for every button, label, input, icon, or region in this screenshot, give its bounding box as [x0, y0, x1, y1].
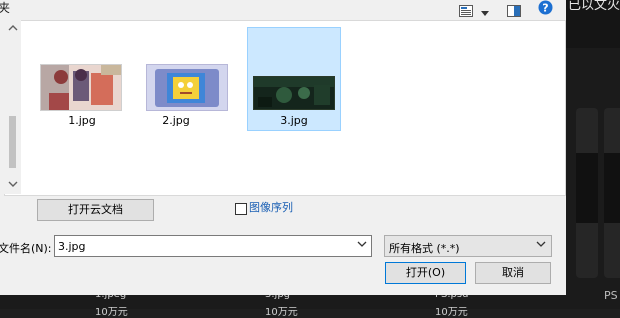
open-button[interactable]: 打开(O) — [385, 262, 466, 284]
file-thumbnail-3 — [253, 76, 335, 110]
file-thumbnail-1 — [40, 64, 122, 111]
vertical-scrollbar[interactable] — [4, 20, 21, 194]
file-name-1: 1.jpg — [68, 114, 96, 127]
background-card — [576, 108, 598, 278]
chevron-down-icon[interactable] — [357, 239, 367, 252]
filename-input[interactable]: 3.jpg — [54, 235, 372, 257]
scroll-down-icon[interactable] — [8, 180, 18, 190]
image-sequence-checkbox[interactable] — [235, 203, 247, 215]
file-type-value[interactable]: 所有格式 (*.*) — [389, 240, 460, 256]
filename-value[interactable]: 3.jpg — [58, 240, 86, 253]
background-file-sublabel: 10万元 — [435, 307, 468, 318]
file-item-2[interactable]: 2.jpg — [130, 28, 228, 130]
file-item-1[interactable]: 1.jpg — [36, 28, 128, 130]
open-cloud-document-button[interactable]: 打开云文档 — [37, 199, 154, 221]
image-sequence-label[interactable]: 图像序列 — [249, 199, 293, 215]
dialog-title: 夹 — [0, 1, 11, 15]
background-file-sublabel: 10万元 — [265, 307, 298, 318]
svg-text:?: ? — [542, 2, 548, 15]
view-options-icon[interactable] — [459, 2, 473, 21]
cancel-button[interactable]: 取消 — [475, 262, 551, 284]
filename-label: 文件名(N): — [0, 242, 52, 255]
preview-pane-icon[interactable] — [507, 2, 521, 21]
help-icon[interactable]: ? — [538, 0, 553, 19]
file-thumbnail-2 — [146, 64, 228, 111]
file-name-3: 3.jpg — [280, 114, 308, 127]
background-bottom-strip — [0, 295, 620, 309]
file-type-select[interactable]: 所有格式 (*.*) — [384, 235, 552, 257]
background-card — [604, 108, 620, 278]
file-item-3[interactable]: 3.jpg — [247, 27, 341, 131]
file-name-2: 2.jpg — [162, 114, 190, 127]
scroll-up-icon[interactable] — [8, 24, 18, 34]
background-right-label: PS — [604, 289, 618, 302]
background-file-sublabel: 10万元 — [95, 307, 128, 318]
chevron-down-icon[interactable] — [536, 239, 546, 252]
open-file-dialog: 夹 ? 1.jpg 2.jpg 3.jpg 打开云文档 图像序列 文件名(N):… — [0, 0, 566, 295]
background-title-text: 已以文火 — [568, 0, 620, 13]
scroll-thumb[interactable] — [9, 116, 16, 168]
